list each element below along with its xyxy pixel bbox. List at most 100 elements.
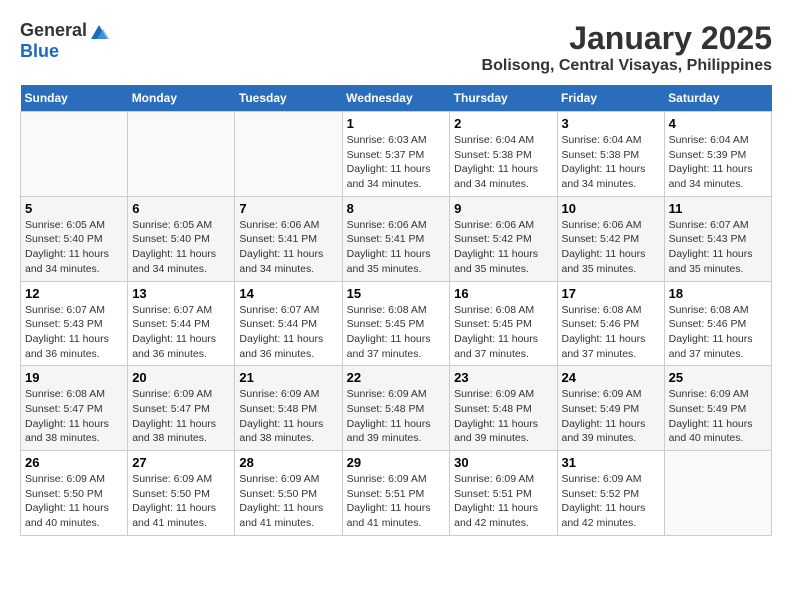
day-info: Sunrise: 6:09 AM Sunset: 5:48 PM Dayligh… [347,387,446,446]
day-info: Sunrise: 6:09 AM Sunset: 5:49 PM Dayligh… [669,387,767,446]
calendar-cell: 14Sunrise: 6:07 AM Sunset: 5:44 PM Dayli… [235,281,342,366]
calendar-cell: 25 Sunrise: 6:09 AM Sunset: 5:49 PM Dayli… [664,366,771,451]
day-info: Sunrise: 6:05 AM Sunset: 5:40 PM Dayligh… [25,218,123,277]
day-number: 4 [669,116,767,131]
calendar-cell: 15 Sunrise: 6:08 AM Sunset: 5:45 PM Dayli… [342,281,450,366]
day-number: 27 [132,455,230,470]
week-row-3: 12Sunrise: 6:07 AM Sunset: 5:43 PM Dayli… [21,281,772,366]
day-info: Sunrise: 6:05 AM Sunset: 5:40 PM Dayligh… [132,218,230,277]
week-row-1: 1 Sunrise: 6:03 AM Sunset: 5:37 PM Daylig… [21,112,772,197]
day-header-wednesday: Wednesday [342,85,450,112]
day-info: Sunrise: 6:07 AM Sunset: 5:43 PM Dayligh… [669,218,767,277]
day-number: 17 [562,286,660,301]
calendar-cell: 28 Sunrise: 6:09 AM Sunset: 5:50 PM Dayli… [235,451,342,536]
day-number: 21 [239,370,337,385]
day-header-tuesday: Tuesday [235,85,342,112]
day-info: Sunrise: 6:09 AM Sunset: 5:48 PM Dayligh… [454,387,552,446]
calendar-table: SundayMondayTuesdayWednesdayThursdayFrid… [20,85,772,536]
day-number: 24 [562,370,660,385]
day-info: Sunrise: 6:09 AM Sunset: 5:47 PM Dayligh… [132,387,230,446]
day-number: 3 [562,116,660,131]
day-number: 11 [669,201,767,216]
day-header-monday: Monday [128,85,235,112]
calendar-cell: 26 Sunrise: 6:09 AM Sunset: 5:50 PM Dayli… [21,451,128,536]
day-info: Sunrise: 6:09 AM Sunset: 5:51 PM Dayligh… [347,472,446,531]
week-row-2: 5 Sunrise: 6:05 AM Sunset: 5:40 PM Daylig… [21,196,772,281]
calendar-cell: 16 Sunrise: 6:08 AM Sunset: 5:45 PM Dayli… [450,281,557,366]
day-number: 31 [562,455,660,470]
day-info: Sunrise: 6:08 AM Sunset: 5:46 PM Dayligh… [669,303,767,362]
calendar-cell [664,451,771,536]
day-info: Sunrise: 6:04 AM Sunset: 5:38 PM Dayligh… [562,133,660,192]
calendar-cell: 22Sunrise: 6:09 AM Sunset: 5:48 PM Dayli… [342,366,450,451]
calendar-cell: 17 Sunrise: 6:08 AM Sunset: 5:46 PM Dayli… [557,281,664,366]
calendar-cell: 12Sunrise: 6:07 AM Sunset: 5:43 PM Dayli… [21,281,128,366]
logo-blue-text: Blue [20,41,59,62]
day-number: 18 [669,286,767,301]
week-row-4: 19 Sunrise: 6:08 AM Sunset: 5:47 PM Dayli… [21,366,772,451]
day-info: Sunrise: 6:09 AM Sunset: 5:51 PM Dayligh… [454,472,552,531]
logo: General Blue [20,20,109,62]
day-info: Sunrise: 6:07 AM Sunset: 5:44 PM Dayligh… [239,303,337,362]
calendar-cell: 2 Sunrise: 6:04 AM Sunset: 5:38 PM Daylig… [450,112,557,197]
calendar-subtitle: Bolisong, Central Visayas, Philippines [482,57,772,75]
day-header-thursday: Thursday [450,85,557,112]
day-number: 28 [239,455,337,470]
header-row: SundayMondayTuesdayWednesdayThursdayFrid… [21,85,772,112]
day-info: Sunrise: 6:09 AM Sunset: 5:48 PM Dayligh… [239,387,337,446]
day-info: Sunrise: 6:08 AM Sunset: 5:47 PM Dayligh… [25,387,123,446]
day-number: 13 [132,286,230,301]
day-number: 5 [25,201,123,216]
calendar-cell: 11 Sunrise: 6:07 AM Sunset: 5:43 PM Dayli… [664,196,771,281]
day-header-friday: Friday [557,85,664,112]
day-info: Sunrise: 6:08 AM Sunset: 5:45 PM Dayligh… [454,303,552,362]
day-header-sunday: Sunday [21,85,128,112]
day-number: 2 [454,116,552,131]
calendar-cell: 1 Sunrise: 6:03 AM Sunset: 5:37 PM Daylig… [342,112,450,197]
calendar-cell: 31 Sunrise: 6:09 AM Sunset: 5:52 PM Dayli… [557,451,664,536]
calendar-cell: 18 Sunrise: 6:08 AM Sunset: 5:46 PM Dayli… [664,281,771,366]
day-info: Sunrise: 6:03 AM Sunset: 5:37 PM Dayligh… [347,133,446,192]
day-number: 20 [132,370,230,385]
calendar-cell: 24 Sunrise: 6:09 AM Sunset: 5:49 PM Dayli… [557,366,664,451]
page-header: General Blue January 2025 Bolisong, Cent… [20,20,772,75]
calendar-cell: 6Sunrise: 6:05 AM Sunset: 5:40 PM Daylig… [128,196,235,281]
calendar-cell: 5 Sunrise: 6:05 AM Sunset: 5:40 PM Daylig… [21,196,128,281]
day-info: Sunrise: 6:04 AM Sunset: 5:38 PM Dayligh… [454,133,552,192]
logo-general-text: General [20,20,87,41]
week-row-5: 26 Sunrise: 6:09 AM Sunset: 5:50 PM Dayli… [21,451,772,536]
day-number: 8 [347,201,446,216]
day-info: Sunrise: 6:08 AM Sunset: 5:46 PM Dayligh… [562,303,660,362]
calendar-cell: 4Sunrise: 6:04 AM Sunset: 5:39 PM Daylig… [664,112,771,197]
day-info: Sunrise: 6:06 AM Sunset: 5:42 PM Dayligh… [454,218,552,277]
day-number: 1 [347,116,446,131]
day-number: 29 [347,455,446,470]
day-info: Sunrise: 6:09 AM Sunset: 5:50 PM Dayligh… [25,472,123,531]
day-number: 12 [25,286,123,301]
day-info: Sunrise: 6:09 AM Sunset: 5:49 PM Dayligh… [562,387,660,446]
day-number: 15 [347,286,446,301]
day-info: Sunrise: 6:09 AM Sunset: 5:50 PM Dayligh… [132,472,230,531]
day-number: 16 [454,286,552,301]
calendar-cell: 29 Sunrise: 6:09 AM Sunset: 5:51 PM Dayli… [342,451,450,536]
day-info: Sunrise: 6:09 AM Sunset: 5:50 PM Dayligh… [239,472,337,531]
day-header-saturday: Saturday [664,85,771,112]
day-info: Sunrise: 6:06 AM Sunset: 5:42 PM Dayligh… [562,218,660,277]
calendar-cell [21,112,128,197]
calendar-cell: 10 Sunrise: 6:06 AM Sunset: 5:42 PM Dayli… [557,196,664,281]
day-number: 19 [25,370,123,385]
calendar-cell: 8Sunrise: 6:06 AM Sunset: 5:41 PM Daylig… [342,196,450,281]
day-info: Sunrise: 6:08 AM Sunset: 5:45 PM Dayligh… [347,303,446,362]
day-number: 10 [562,201,660,216]
day-info: Sunrise: 6:09 AM Sunset: 5:52 PM Dayligh… [562,472,660,531]
calendar-cell: 20 Sunrise: 6:09 AM Sunset: 5:47 PM Dayli… [128,366,235,451]
day-number: 25 [669,370,767,385]
calendar-cell: 21 Sunrise: 6:09 AM Sunset: 5:48 PM Dayli… [235,366,342,451]
day-number: 30 [454,455,552,470]
logo-icon [89,21,109,41]
calendar-cell: 23Sunrise: 6:09 AM Sunset: 5:48 PM Dayli… [450,366,557,451]
calendar-cell: 3 Sunrise: 6:04 AM Sunset: 5:38 PM Daylig… [557,112,664,197]
day-number: 26 [25,455,123,470]
calendar-cell [235,112,342,197]
calendar-cell [128,112,235,197]
